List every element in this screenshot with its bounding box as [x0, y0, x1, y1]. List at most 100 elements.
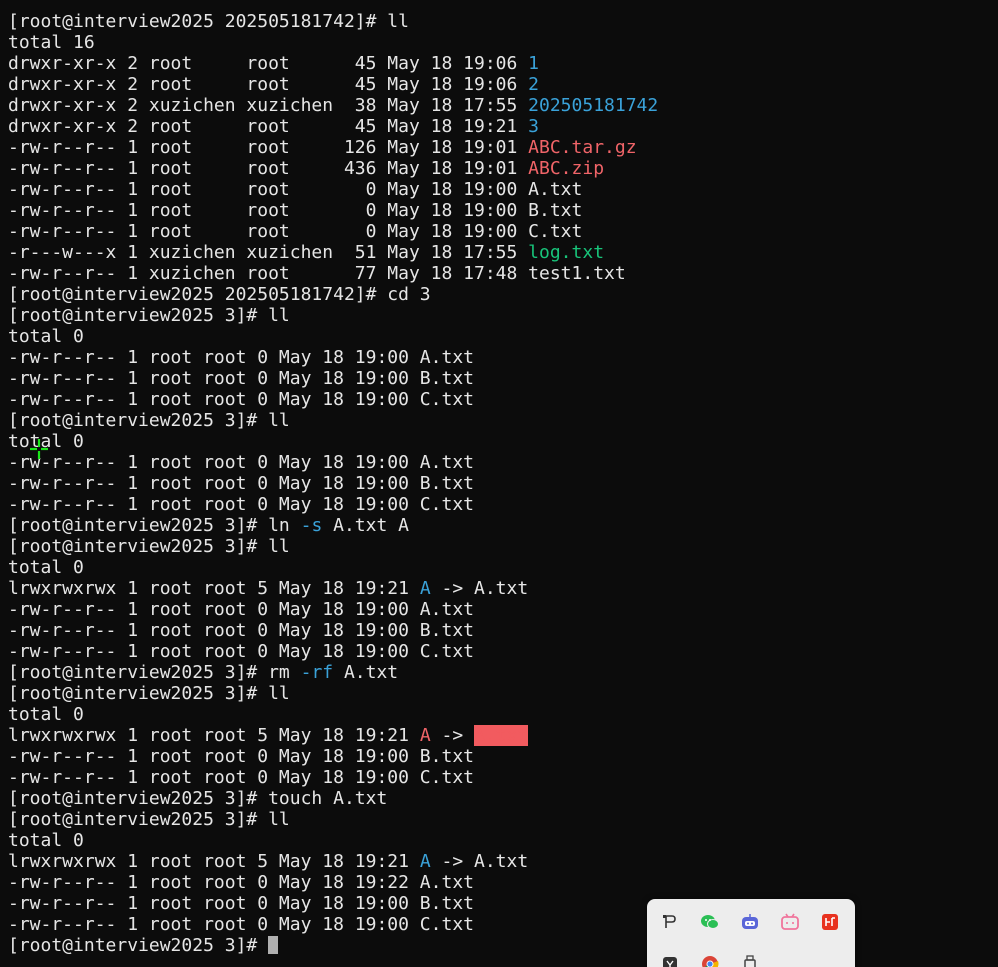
- terminal-text-blue: -s: [300, 515, 323, 536]
- terminal-text: -rw-r--r-- 1 root root 0 May 18 19:00 C.…: [8, 914, 474, 935]
- chrome-icon[interactable]: [692, 946, 728, 967]
- terminal-text: -rw-r--r-- 1 root root 0 May 18 19:00 C.…: [8, 389, 474, 410]
- terminal-line: -rw-r--r-- 1 root root 0 May 18 19:22 A.…: [8, 872, 658, 893]
- terminal-output: [root@interview2025 202505181742]# ll tot…: [8, 11, 658, 956]
- terminal-text-red: ABC.tar.gz: [528, 137, 637, 158]
- terminal-text: -> A.txt: [430, 851, 529, 872]
- terminal-line: -rw-r--r-- 1 root root 0 May 18 19:00 C.…: [8, 641, 658, 662]
- terminal-line: total 0: [8, 557, 658, 578]
- terminal-line: drwxr-xr-x 2 root root 45 May 18 19:21 3: [8, 116, 658, 137]
- terminal-line: -rw-r--r-- 1 root root 0 May 18 19:00 A.…: [8, 347, 658, 368]
- terminal-line: -rw-r--r-- 1 root root 0 May 18 19:00 B.…: [8, 893, 658, 914]
- terminal-text: -rw-r--r-- 1 root root 0 May 18 19:00 A.…: [8, 452, 474, 473]
- terminal-line: [root@interview2025 3]# ll: [8, 410, 658, 431]
- terminal-text: drwxr-xr-x 2 xuzichen xuzichen 38 May 18…: [8, 95, 529, 116]
- news-app-icon[interactable]: [812, 904, 848, 940]
- terminal-line: lrwxrwxrwx 1 root root 5 May 18 19:21 A …: [8, 578, 658, 599]
- terminal-text-blue: 3: [528, 116, 540, 137]
- terminal-text: [root@interview2025 202505181742]# ll: [8, 11, 409, 32]
- terminal-text: -rw-r--r-- 1 root root 0 May 18 19:00 C.…: [8, 494, 474, 515]
- terminal-line: -rw-r--r-- 1 root root 0 May 18 19:00 B.…: [8, 746, 658, 767]
- terminal-cursor: [268, 936, 279, 954]
- terminal-text: lrwxrwxrwx 1 root root 5 May 18 19:21: [8, 578, 420, 599]
- terminal-line: -rw-r--r-- 1 root root 0 May 18 19:00 A.…: [8, 599, 658, 620]
- terminal-text-broken: A.txt: [474, 725, 529, 746]
- terminal-line: -rw-r--r-- 1 xuzichen root 77 May 18 17:…: [8, 263, 658, 284]
- terminal-text-blue: 1: [528, 53, 540, 74]
- terminal-line: -rw-r--r-- 1 root root 436 May 18 19:01 …: [8, 158, 658, 179]
- terminal-text: total 0: [8, 704, 84, 725]
- terminal-line: lrwxrwxrwx 1 root root 5 May 18 19:21 A …: [8, 851, 658, 872]
- terminal-text-blue: -rf: [300, 662, 334, 683]
- terminal-text: -rw-r--r-- 1 root root 0 May 18 19:22 A.…: [8, 872, 474, 893]
- terminal-line: -rw-r--r-- 1 root root 0 May 18 19:00 B.…: [8, 620, 658, 641]
- terminal-text: -> A.txt: [430, 578, 529, 599]
- robot-assistant-icon[interactable]: [732, 904, 768, 940]
- terminal-text: [root@interview2025 3]# ll: [8, 536, 290, 557]
- terminal-text: -rw-r--r-- 1 xuzichen root 77 May 18 17:…: [8, 263, 626, 284]
- terminal-text: total 0: [8, 830, 84, 851]
- terminal-text-blue: A: [419, 578, 431, 599]
- terminal-text: [root@interview2025 3]# touch A.txt: [8, 788, 388, 809]
- terminal-line: -rw-r--r-- 1 root root 0 May 18 19:00 C.…: [8, 221, 658, 242]
- terminal-line: [root@interview2025 3]# ll: [8, 536, 658, 557]
- terminal-text: lrwxrwxrwx 1 root root 5 May 18 19:21: [8, 851, 420, 872]
- terminal-text: [root@interview2025 3]# ll: [8, 809, 290, 830]
- terminal-text: [root@interview2025 3]# ln: [8, 515, 301, 536]
- terminal-line: -rw-r--r-- 1 root root 126 May 18 19:01 …: [8, 137, 658, 158]
- terminal-text: [root@interview2025 3]# ll: [8, 305, 290, 326]
- terminal-line: [root@interview2025 3]# rm -rf A.txt: [8, 662, 658, 683]
- terminal-text-green: log.txt: [528, 242, 605, 263]
- terminal-text: A.txt: [333, 662, 399, 683]
- terminal-line: [root@interview2025 3]# ll: [8, 809, 658, 830]
- terminal-window[interactable]: [root@interview2025 202505181742]# ll tot…: [0, 0, 998, 967]
- terminal-line: [root@interview2025 3]# ll: [8, 683, 658, 704]
- terminal-text: ->: [430, 725, 475, 746]
- terminal-text: total 0: [8, 326, 84, 347]
- terminal-text: -rw-r--r-- 1 root root 0 May 18 19:00 C.…: [8, 641, 474, 662]
- terminal-text: drwxr-xr-x 2 root root 45 May 18 19:21: [8, 116, 529, 137]
- terminal-line: drwxr-xr-x 2 xuzichen xuzichen 38 May 18…: [8, 95, 658, 116]
- terminal-text: [root@interview2025 3]# ll: [8, 683, 290, 704]
- terminal-line: -rw-r--r-- 1 root root 0 May 18 19:00 A.…: [8, 179, 658, 200]
- terminal-line: -rw-r--r-- 1 root root 0 May 18 19:00 B.…: [8, 200, 658, 221]
- terminal-text: A.txt A: [322, 515, 409, 536]
- terminal-line: [root@interview2025 3]# ln -s A.txt A: [8, 515, 658, 536]
- usb-drive-icon[interactable]: [732, 946, 768, 967]
- terminal-text: [root@interview2025 3]# rm: [8, 662, 301, 683]
- terminal-text: [root@interview2025 3]# ll: [8, 410, 290, 431]
- terminal-line: [root@interview2025 3]# touch A.txt: [8, 788, 658, 809]
- terminal-text: -rw-r--r-- 1 root root 0 May 18 19:00 B.…: [8, 893, 474, 914]
- mouse-cursor-crosshair: [30, 439, 48, 459]
- bilibili-icon[interactable]: [772, 904, 808, 940]
- terminal-text: -rw-r--r-- 1 root root 0 May 18 19:00 A.…: [8, 347, 474, 368]
- terminal-text: [root@interview2025 202505181742]# cd 3: [8, 284, 431, 305]
- terminal-text: total 0: [8, 557, 84, 578]
- terminal-line: -r---w---x 1 xuzichen xuzichen 51 May 18…: [8, 242, 658, 263]
- terminal-line: -rw-r--r-- 1 root root 0 May 18 19:00 C.…: [8, 494, 658, 515]
- terminal-line: [root@interview2025 202505181742]# ll: [8, 11, 658, 32]
- wechat-icon[interactable]: [692, 904, 728, 940]
- terminal-line: [root@interview2025 202505181742]# cd 3: [8, 284, 658, 305]
- terminal-text-red: A: [419, 725, 431, 746]
- terminal-line: drwxr-xr-x 2 root root 45 May 18 19:06 1: [8, 53, 658, 74]
- dark-app-icon[interactable]: [652, 946, 688, 967]
- terminal-text: -rw-r--r-- 1 root root 0 May 18 19:00 A.…: [8, 599, 474, 620]
- terminal-text: drwxr-xr-x 2 root root 45 May 18 19:06: [8, 74, 529, 95]
- system-tray-overflow-popup: [647, 899, 855, 967]
- terminal-line: -rw-r--r-- 1 root root 0 May 18 19:00 B.…: [8, 473, 658, 494]
- terminal-line: -rw-r--r-- 1 root root 0 May 18 19:00 B.…: [8, 368, 658, 389]
- pinyin-ime-icon[interactable]: [652, 904, 688, 940]
- terminal-text: total 16: [8, 32, 95, 53]
- terminal-text: -rw-r--r-- 1 root root 126 May 18 19:01: [8, 137, 529, 158]
- terminal-line: total 0: [8, 326, 658, 347]
- terminal-text: -rw-r--r-- 1 root root 0 May 18 19:00 B.…: [8, 746, 474, 767]
- terminal-line: total 0: [8, 830, 658, 851]
- terminal-text-blue: 2: [528, 74, 540, 95]
- terminal-text-blue: A: [419, 851, 431, 872]
- terminal-text: -rw-r--r-- 1 root root 0 May 18 19:00 C.…: [8, 221, 583, 242]
- terminal-line: -rw-r--r-- 1 root root 0 May 18 19:00 A.…: [8, 452, 658, 473]
- terminal-text: -rw-r--r-- 1 root root 0 May 18 19:00 B.…: [8, 368, 474, 389]
- terminal-text: lrwxrwxrwx 1 root root 5 May 18 19:21: [8, 725, 420, 746]
- terminal-line: drwxr-xr-x 2 root root 45 May 18 19:06 2: [8, 74, 658, 95]
